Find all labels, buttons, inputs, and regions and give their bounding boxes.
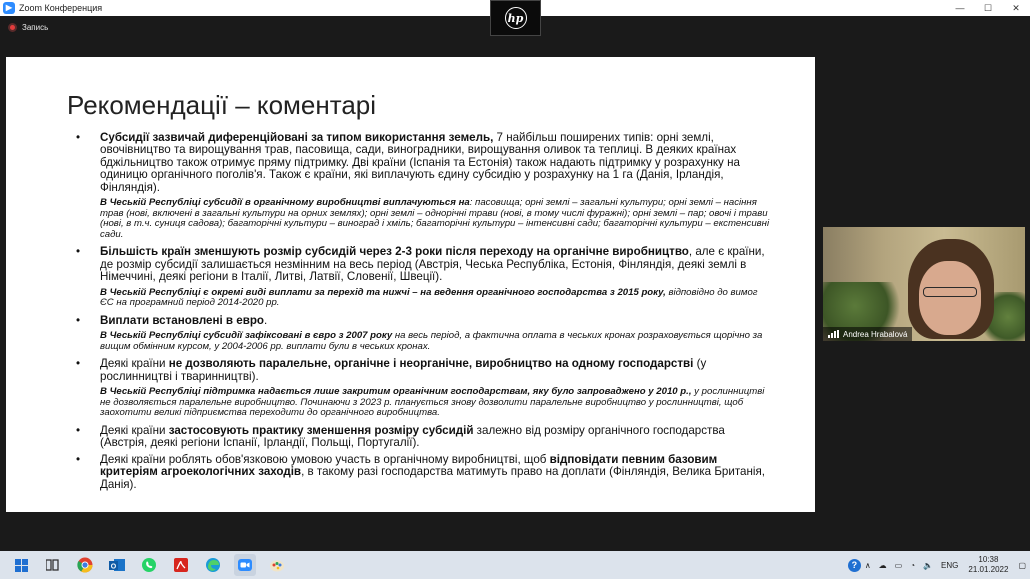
recording-indicator[interactable]: Запись xyxy=(8,23,48,32)
windows-taskbar: O ? ∧ ☁ ▭ ◔ 🔈 ENG 10:38 21.01.2022 ▢ xyxy=(0,551,1030,579)
bullet-item: • Більшість країн зменшують розмір субсид… xyxy=(76,245,765,284)
acrobat-icon[interactable] xyxy=(170,554,192,576)
notifications-icon[interactable]: ▢ xyxy=(1018,561,1026,570)
onedrive-icon[interactable]: ☁ xyxy=(879,561,887,570)
recording-label: Запись xyxy=(22,23,49,32)
zoom-app-icon: ▶ xyxy=(3,2,15,14)
bullet-item: • Деякі країни роблять обов'язковою умово… xyxy=(76,452,765,491)
maximize-button[interactable]: ☐ xyxy=(974,0,1002,16)
slide-title: Рекомендації – коментарі xyxy=(67,90,377,120)
bullet-note: В Чеській Республіці субсидії зафіксован… xyxy=(100,330,763,352)
windows-logo-icon xyxy=(14,558,28,572)
bullet-item: • Субсидії зазвичай диференційовані за ти… xyxy=(76,131,740,194)
volume-icon[interactable]: 🔈 xyxy=(923,561,933,570)
participant-face xyxy=(919,261,981,335)
system-tray: ? ∧ ☁ ▭ ◔ 🔈 ENG 10:38 21.01.2022 ▢ xyxy=(847,551,1030,579)
record-icon xyxy=(8,23,17,32)
shared-slide: Рекомендації – коментарі • Субсидії зазви… xyxy=(6,57,815,512)
svg-text:O: O xyxy=(111,564,117,571)
edge-icon[interactable] xyxy=(202,554,224,576)
window-title: Zoom Конференция xyxy=(19,3,103,13)
clock[interactable]: 10:38 21.01.2022 xyxy=(968,555,1008,575)
hp-logo-icon: hp xyxy=(504,7,527,29)
close-button[interactable]: ✕ xyxy=(1002,0,1030,16)
bullet-note: В Чеській Республіці підтримка надається… xyxy=(100,386,765,419)
task-view-icon[interactable] xyxy=(42,554,64,576)
bullet-note: В Чеській Республіці субсидії в органічн… xyxy=(100,197,770,240)
wifi-icon[interactable]: ◔ xyxy=(910,561,915,570)
chrome-icon[interactable] xyxy=(74,554,96,576)
start-button[interactable] xyxy=(10,554,32,576)
whatsapp-icon[interactable] xyxy=(138,554,160,576)
language-indicator[interactable]: ENG xyxy=(941,561,958,570)
minimize-button[interactable]: — xyxy=(946,0,974,16)
paint-app-icon[interactable] xyxy=(266,554,288,576)
chevron-up-icon[interactable]: ∧ xyxy=(865,561,871,570)
bullet-item: • Деякі країни не дозволяють паралельне, … xyxy=(76,357,707,383)
battery-icon[interactable]: ▭ xyxy=(895,561,903,570)
clock-date: 21.01.2022 xyxy=(968,565,1009,574)
signal-strength-icon xyxy=(828,330,839,338)
participant-glasses xyxy=(923,287,977,297)
presenter-thumbnail[interactable]: hp xyxy=(490,0,541,36)
bullet-item: • Деякі країни застосовують практику змен… xyxy=(76,424,725,450)
bullet-item: • Виплати встановлені в евро. xyxy=(76,313,268,327)
bullet-note: В Чеській Республіці є окремі виді випла… xyxy=(100,286,758,309)
participant-video-tile[interactable]: Andrea Hrabalová xyxy=(823,227,1025,341)
outlook-icon[interactable]: O xyxy=(106,554,128,576)
participant-name-label: Andrea Hrabalová xyxy=(823,327,913,341)
help-icon[interactable]: ? xyxy=(847,558,861,572)
zoom-taskbar-icon[interactable] xyxy=(234,554,256,576)
slide-bullet-list: • Субсидії зазвичай диференційовані за ти… xyxy=(72,131,772,495)
clock-time: 10:38 xyxy=(978,555,999,564)
